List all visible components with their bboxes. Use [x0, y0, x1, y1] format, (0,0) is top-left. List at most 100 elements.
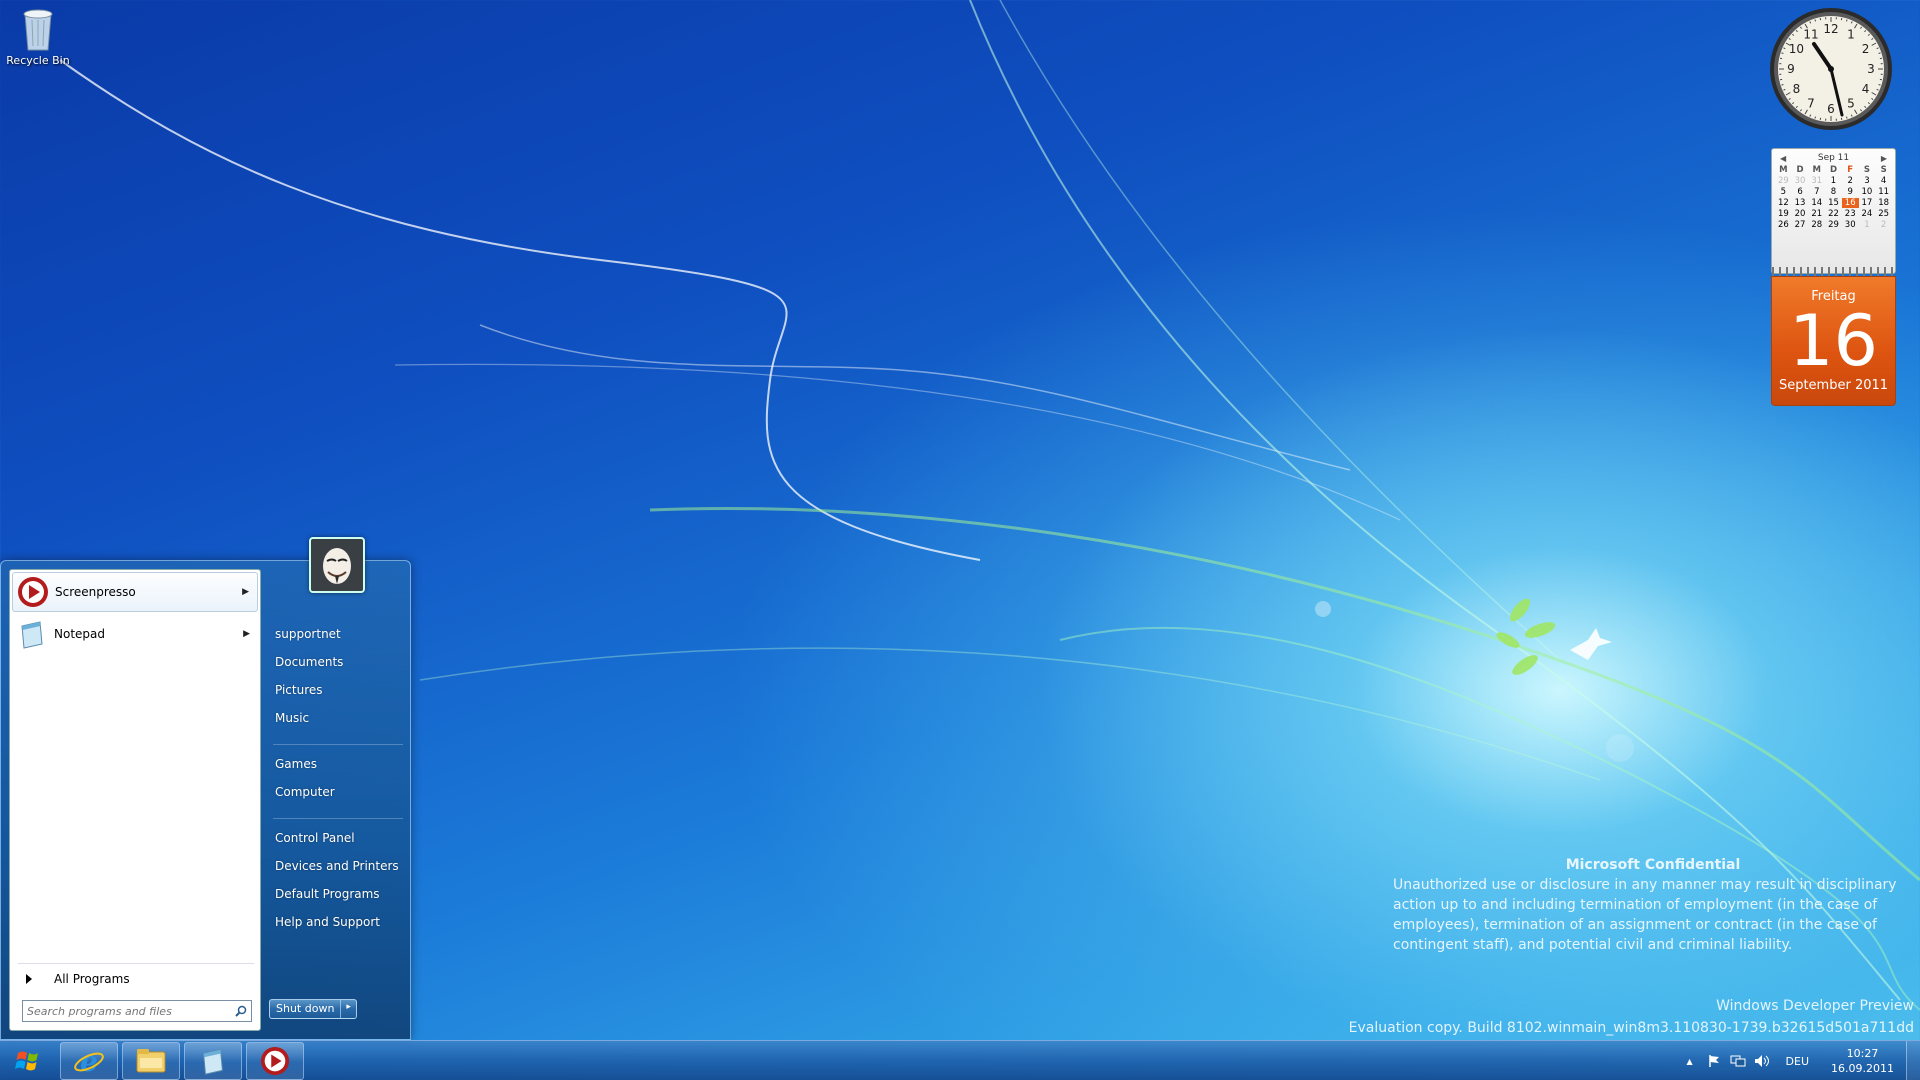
- calendar-next-icon[interactable]: ▶: [1881, 154, 1887, 163]
- calendar-day-cell[interactable]: 6: [1792, 187, 1809, 197]
- calendar-day-cell[interactable]: 19: [1775, 209, 1792, 219]
- calendar-day-cell[interactable]: 22: [1825, 209, 1842, 219]
- calendar-prev-icon[interactable]: ◀: [1780, 154, 1786, 163]
- action-center-flag-icon[interactable]: [1706, 1053, 1722, 1069]
- taskbar-screenpresso[interactable]: [246, 1042, 304, 1080]
- clock-tick: [1814, 116, 1816, 119]
- place-item-default-programs[interactable]: Default Programs: [273, 881, 403, 907]
- start-button[interactable]: [6, 1043, 50, 1079]
- place-item-pictures[interactable]: Pictures: [273, 677, 403, 703]
- taskbar-notepad[interactable]: [184, 1042, 242, 1080]
- calendar-today-cell[interactable]: 16: [1841, 198, 1859, 208]
- windows-explorer-icon: [136, 1049, 166, 1073]
- calendar-day-cell[interactable]: 29: [1775, 176, 1792, 186]
- network-icon[interactable]: [1730, 1053, 1746, 1069]
- places-pane: supportnet Documents Pictures Music Game…: [265, 537, 410, 1041]
- calendar-day-cell[interactable]: 4: [1875, 176, 1892, 186]
- program-item-notepad[interactable]: Notepad ▶: [12, 614, 258, 654]
- taskbar-date: 16.09.2011: [1831, 1062, 1894, 1075]
- place-item-help-support[interactable]: Help and Support: [273, 909, 403, 935]
- calendar-day-cell[interactable]: 21: [1808, 209, 1825, 219]
- clock-numeral: 7: [1807, 97, 1815, 111]
- calendar-day-cell[interactable]: 20: [1792, 209, 1809, 219]
- calendar-day-header: D: [1829, 165, 1838, 175]
- calendar-day-header: S: [1880, 165, 1887, 175]
- calendar-day-cell[interactable]: 24: [1859, 209, 1876, 219]
- calendar-day-cell[interactable]: 11: [1875, 187, 1892, 197]
- clock-numeral: 11: [1803, 27, 1818, 41]
- triangle-right-icon: [26, 973, 32, 984]
- taskbar-clock[interactable]: 10:27 16.09.2011: [1831, 1046, 1894, 1076]
- volume-icon[interactable]: [1754, 1053, 1770, 1069]
- taskbar: e ▲ DEU 10:27 16.09.2011: [0, 1040, 1920, 1080]
- taskbar-internet-explorer[interactable]: e: [60, 1042, 118, 1080]
- calendar-day-cell[interactable]: 3: [1859, 176, 1876, 186]
- input-language-indicator[interactable]: DEU: [1786, 1055, 1809, 1068]
- calendar-day-number: 16: [1788, 300, 1879, 382]
- calendar-day-cell[interactable]: 7: [1808, 187, 1825, 197]
- show-desktop-button[interactable]: [1906, 1041, 1920, 1080]
- clock-numeral: 9: [1787, 62, 1795, 76]
- calendar-day-cell[interactable]: 9: [1842, 187, 1859, 197]
- calendar-day-cell[interactable]: 8: [1825, 187, 1842, 197]
- user-avatar[interactable]: [309, 537, 365, 593]
- watermark-product: Windows Developer Preview: [1716, 998, 1914, 1014]
- calendar-day-cell[interactable]: 30: [1842, 220, 1859, 230]
- calendar-day-cell[interactable]: 29: [1825, 220, 1842, 230]
- taskbar-windows-explorer[interactable]: [122, 1042, 180, 1080]
- place-item-documents[interactable]: Documents: [273, 649, 403, 675]
- clock-numeral: 12: [1823, 22, 1838, 36]
- calendar-day-cell[interactable]: 23: [1842, 209, 1859, 219]
- start-search-input[interactable]: [27, 1004, 235, 1018]
- calendar-day-cell[interactable]: 26: [1775, 220, 1792, 230]
- calendar-day-cell[interactable]: 17: [1859, 198, 1876, 208]
- desktop-icon-recycle-bin[interactable]: Recycle Bin: [4, 6, 72, 67]
- screenpresso-icon: [18, 577, 48, 607]
- chevron-right-icon[interactable]: ▶: [243, 629, 250, 639]
- calendar-day-cell[interactable]: 1: [1825, 176, 1842, 186]
- calendar-day-cell[interactable]: 30: [1792, 176, 1809, 186]
- place-item-control-panel[interactable]: Control Panel: [273, 825, 403, 851]
- calendar-day-cell[interactable]: 14: [1808, 198, 1825, 208]
- shutdown-button[interactable]: Shut down: [270, 1000, 342, 1018]
- clock-numeral: 8: [1793, 82, 1801, 96]
- calendar-day-cell[interactable]: 15: [1825, 198, 1842, 208]
- calendar-day-cell[interactable]: 12: [1775, 198, 1792, 208]
- calendar-day-cell[interactable]: 2: [1842, 176, 1859, 186]
- shutdown-options-arrow-icon[interactable]: ▸: [341, 1000, 356, 1018]
- calendar-day-cell[interactable]: 5: [1775, 187, 1792, 197]
- place-item-user[interactable]: supportnet: [273, 621, 403, 647]
- calendar-day-cell[interactable]: 25: [1875, 209, 1892, 219]
- place-item-music[interactable]: Music: [273, 705, 403, 731]
- calendar-month-label: Sep 11: [1817, 153, 1850, 163]
- calendar-day-cell[interactable]: 10: [1859, 187, 1876, 197]
- calendar-day-cell[interactable]: 13: [1792, 198, 1809, 208]
- place-item-computer[interactable]: Computer: [273, 779, 403, 805]
- calendar-gadget[interactable]: ◀ Sep 11 ▶ M D M D F S S 29 30 31 1 2 3 4 5 6 7 8 9 10 11 12 1…: [1771, 148, 1896, 408]
- screenpresso-icon: [260, 1046, 290, 1076]
- recycle-bin-icon: [23, 9, 53, 51]
- calendar-day-cell[interactable]: 27: [1792, 220, 1809, 230]
- clock-numeral: 10: [1789, 42, 1804, 56]
- start-search-box[interactable]: [22, 1000, 252, 1022]
- clock-numeral: 5: [1847, 97, 1855, 111]
- calendar-day-header: D: [1796, 165, 1804, 175]
- program-item-screenpresso[interactable]: Screenpresso ▶: [12, 572, 258, 612]
- calendar-day-cell[interactable]: 2: [1875, 220, 1892, 230]
- place-item-games[interactable]: Games: [273, 751, 403, 777]
- watermark-title: Microsoft Confidential: [1565, 857, 1741, 873]
- clock-gadget[interactable]: 12 12 3 45678 9 1011: [1768, 6, 1894, 132]
- watermark-body: Unauthorized use or disclosure in any ma…: [1393, 877, 1897, 953]
- calendar-day-cell[interactable]: 31: [1808, 176, 1825, 186]
- show-hidden-icons-arrow-icon[interactable]: ▲: [1682, 1053, 1698, 1069]
- calendar-day-cell[interactable]: 28: [1808, 220, 1825, 230]
- calendar-day-cell[interactable]: 1: [1859, 220, 1876, 230]
- place-item-devices-printers[interactable]: Devices and Printers: [273, 853, 403, 879]
- clock-tick: [1878, 84, 1881, 86]
- all-programs-button[interactable]: All Programs: [18, 963, 254, 986]
- search-icon[interactable]: [235, 1005, 247, 1017]
- calendar-day-cell[interactable]: 18: [1875, 198, 1892, 208]
- watermark-build: Evaluation copy. Build 8102.winmain_win8…: [1348, 1020, 1914, 1036]
- windows-logo-icon: [15, 1051, 38, 1071]
- chevron-right-icon[interactable]: ▶: [242, 587, 249, 597]
